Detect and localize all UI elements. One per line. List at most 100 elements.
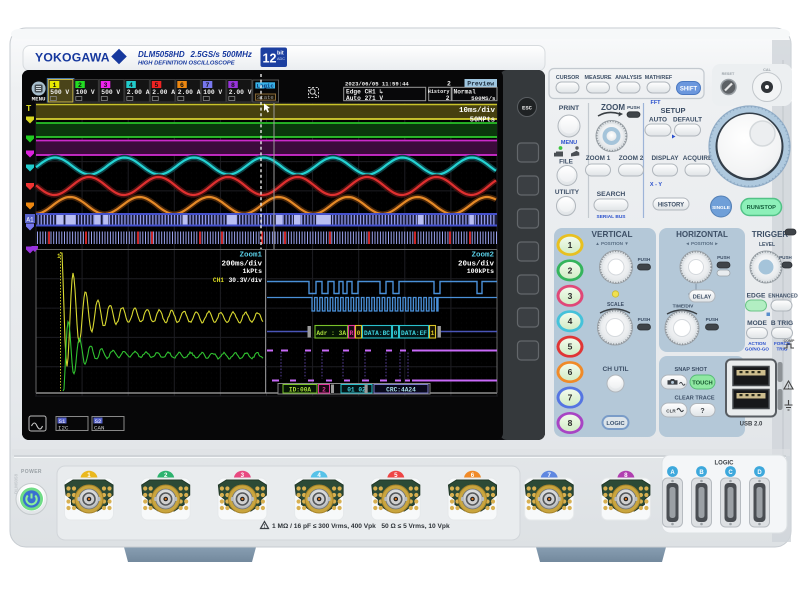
svg-text:AUTO: AUTO [649, 117, 667, 124]
svg-text:PUSH: PUSH [779, 255, 792, 260]
svg-text:CRC:4A24: CRC:4A24 [386, 387, 416, 394]
svg-text:UTILITY: UTILITY [555, 189, 580, 196]
svg-text:CLEAR TRACE: CLEAR TRACE [675, 396, 715, 402]
svg-text:3: 3 [104, 82, 108, 89]
svg-text:50MPts: 50MPts [470, 117, 495, 125]
svg-text:HIGH DEFINITION OSCILLOSCOPE: HIGH DEFINITION OSCILLOSCOPE [138, 61, 236, 67]
svg-text:2: 2 [446, 95, 450, 102]
svg-text:2: 2 [447, 81, 451, 88]
svg-text:1: 1 [431, 330, 435, 337]
svg-text:CH UTIL: CH UTIL [602, 366, 628, 373]
svg-text:MODE: MODE [747, 320, 767, 327]
svg-text:1: 1 [53, 82, 57, 89]
svg-text:RUN/STOP: RUN/STOP [747, 205, 776, 211]
svg-text:7: 7 [568, 393, 573, 403]
svg-text:CH1: CH1 [213, 277, 224, 284]
svg-text:ESC: ESC [522, 105, 533, 112]
svg-text:YOKOGAWA: YOKOGAWA [35, 51, 110, 65]
svg-text:3: 3 [568, 291, 573, 301]
svg-text:SETUP: SETUP [660, 106, 685, 115]
svg-text:4: 4 [568, 316, 573, 326]
svg-text:SHIFT: SHIFT [680, 87, 698, 93]
svg-text:ID:00A: ID:00A [289, 387, 312, 394]
svg-text:A: A [670, 470, 675, 476]
svg-text:MENU: MENU [32, 96, 46, 103]
svg-text:0: 0 [357, 330, 361, 337]
svg-text:TOUCH: TOUCH [692, 381, 713, 387]
svg-text:PRINT: PRINT [559, 105, 580, 112]
svg-text:▲ POSITION ▼: ▲ POSITION ▼ [595, 241, 629, 246]
svg-text:DATA:EF: DATA:EF [401, 330, 427, 337]
svg-text:2.00 A: 2.00 A [152, 89, 175, 96]
svg-text:2: 2 [78, 82, 82, 89]
svg-text:500MS/s: 500MS/s [471, 95, 496, 102]
svg-text:I2C: I2C [58, 425, 69, 432]
svg-text:◄ POSITION ►: ◄ POSITION ► [685, 241, 719, 246]
svg-text:01 02: 01 02 [347, 387, 366, 394]
svg-text:2: 2 [322, 387, 326, 394]
svg-text:?: ? [700, 408, 704, 415]
svg-text:500 V: 500 V [50, 89, 69, 96]
svg-text:CAN: CAN [94, 425, 105, 432]
svg-text:8: 8 [231, 82, 235, 89]
svg-text:X - Y: X - Y [650, 182, 662, 188]
svg-text:100kPts: 100kPts [467, 268, 494, 275]
svg-text:1kPts: 1kPts [242, 268, 262, 275]
svg-text:0: 0 [394, 330, 398, 337]
svg-text:ENHANCED: ENHANCED [768, 294, 798, 300]
svg-text:SCALE: SCALE [607, 302, 625, 308]
svg-text:HISTORY: HISTORY [658, 203, 684, 209]
svg-text:10ms/div: 10ms/div [459, 107, 496, 115]
svg-text:TRIGGER: TRIGGER [752, 230, 789, 239]
svg-text:TRIG: TRIG [777, 347, 788, 352]
svg-text:SEARCH: SEARCH [597, 191, 626, 198]
svg-text:7: 7 [206, 82, 210, 89]
svg-text:2023/06/05 11:59:44: 2023/06/05 11:59:44 [345, 81, 409, 88]
svg-text:ANALYSIS: ANALYSIS [615, 75, 642, 81]
svg-text:CURSOR: CURSOR [556, 75, 579, 81]
svg-text:TIME/DIV: TIME/DIV [673, 304, 695, 310]
svg-text:DATA:BC: DATA:BC [364, 330, 390, 337]
svg-text:4: 4 [129, 82, 133, 89]
svg-text:T: T [26, 104, 32, 114]
svg-text:HORIZONTAL: HORIZONTAL [676, 230, 728, 239]
svg-text:500 V: 500 V [101, 89, 120, 96]
svg-text:GO/NO-GO: GO/NO-GO [745, 347, 769, 352]
svg-text:2.00 A: 2.00 A [178, 89, 201, 96]
svg-text:VERTICAL: VERTICAL [592, 230, 633, 239]
svg-text:1: 1 [568, 240, 573, 250]
svg-text:2.5GS/s 500MHz: 2.5GS/s 500MHz [190, 50, 252, 59]
svg-text:30.3V/div: 30.3V/div [229, 277, 263, 284]
svg-text:PUSH: PUSH [638, 317, 651, 322]
svg-text:USB 2.0: USB 2.0 [740, 422, 763, 428]
svg-text:DLM5058HD: DLM5058HD [138, 50, 185, 59]
svg-text:DELAY: DELAY [693, 295, 712, 301]
svg-text:ZOOM: ZOOM [601, 103, 625, 112]
svg-text:POWER: POWER [21, 469, 42, 475]
svg-text:PUSH: PUSH [717, 255, 730, 260]
svg-text:D: D [757, 470, 762, 476]
svg-text:FILE: FILE [559, 159, 574, 166]
svg-text:State: State [257, 94, 274, 101]
svg-text:Preview: Preview [467, 80, 494, 87]
svg-text:LOGIC: LOGIC [715, 461, 735, 467]
svg-text:RESET: RESET [722, 72, 735, 76]
svg-text:ACTION: ACTION [748, 341, 766, 346]
svg-text:LEVEL: LEVEL [759, 242, 775, 248]
svg-text:Logic: Logic [256, 83, 274, 90]
svg-text:A1: A1 [26, 217, 34, 224]
svg-text:8: 8 [568, 418, 573, 428]
svg-text:2: 2 [568, 265, 573, 275]
svg-text:100 V: 100 V [203, 89, 222, 96]
svg-text:Zoom2: Zoom2 [471, 252, 494, 260]
svg-text:ZOOM 1: ZOOM 1 [586, 155, 611, 162]
svg-text:ZOOM 2: ZOOM 2 [619, 155, 644, 162]
svg-text:DLM5058: DLM5058 [14, 473, 19, 494]
svg-text:PUSH: PUSH [638, 257, 651, 262]
svg-text:6: 6 [180, 82, 184, 89]
svg-text:SNAP SHOT: SNAP SHOT [675, 367, 708, 373]
svg-text:COMP: COMP [784, 339, 795, 343]
svg-text:LOGIC: LOGIC [606, 421, 625, 427]
svg-text:C: C [728, 470, 733, 476]
svg-text:B TRIG: B TRIG [771, 320, 793, 327]
